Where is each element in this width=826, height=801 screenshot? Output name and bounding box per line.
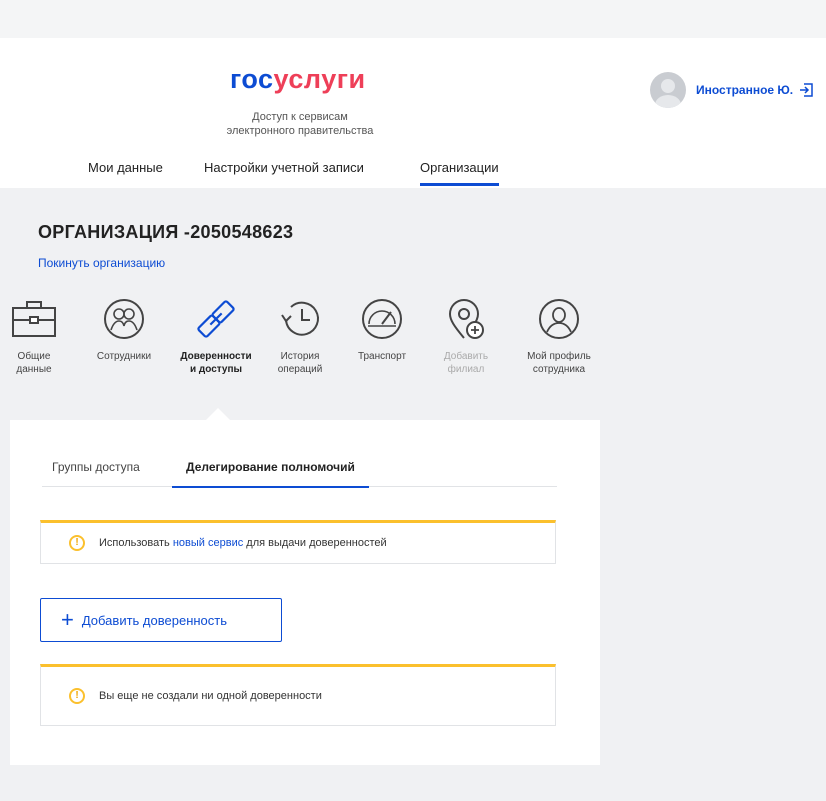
logo-part-uslugi: услуги — [273, 64, 366, 94]
content-area: ОРГАНИЗАЦИЯ -2050548623 Покинуть организ… — [0, 188, 826, 801]
logout-icon[interactable] — [799, 83, 813, 97]
new-service-notice: ! Использовать новый сервис для выдачи д… — [40, 520, 556, 564]
notice-suffix: для выдачи доверенностей — [243, 537, 387, 549]
proxies-panel: Группы доступа Делегирование полномочий … — [10, 420, 600, 765]
new-service-link[interactable]: новый сервис — [173, 537, 243, 549]
gosuslugi-logo[interactable]: госуслуги — [230, 64, 366, 95]
plus-icon: + — [61, 607, 74, 632]
tile-label-line1: Общие — [17, 351, 51, 362]
tile-transport[interactable]: Транспорт — [352, 298, 412, 363]
tile-label-line1: Доверенности — [180, 351, 252, 362]
tile-label-line1: Мой профиль — [527, 351, 591, 362]
tab-delegation[interactable]: Делегирование полномочий — [172, 460, 369, 488]
tagline: Доступ к сервисам электронного правитель… — [200, 110, 400, 138]
empty-state-notice: ! Вы еще не создали ни одной доверенност… — [40, 664, 556, 726]
notice-text: Использовать новый сервис для выдачи дов… — [99, 537, 387, 549]
tile-operations-history[interactable]: История операций — [270, 298, 330, 376]
tile-label-line2: и доступы — [189, 364, 243, 375]
user-name[interactable]: Иностранное Ю. — [696, 83, 793, 97]
empty-state-text: Вы еще не создали ни одной доверенности — [99, 690, 322, 702]
tile-label-line2: филиал — [447, 364, 485, 375]
top-strip — [0, 0, 826, 38]
tile-label-line2: операций — [277, 364, 323, 375]
tile-label-line1: Сотрудники — [96, 351, 152, 362]
tagline-line2: электронного правительства — [226, 125, 374, 137]
warning-icon: ! — [69, 535, 85, 551]
page-title: ОРГАНИЗАЦИЯ -2050548623 — [38, 222, 294, 242]
leave-organization-link[interactable]: Покинуть организацию — [38, 256, 165, 270]
tile-label-line1: Добавить — [443, 351, 489, 362]
subtabs: Группы доступа Делегирование полномочий — [42, 448, 557, 488]
tagline-line1: Доступ к сервисам — [252, 111, 348, 123]
avatar[interactable] — [650, 72, 686, 108]
briefcase-icon — [12, 301, 56, 337]
main-nav: Мои данные Настройки учетной записи Орга… — [0, 160, 826, 188]
tile-my-employee-profile[interactable]: Мой профиль сотрудника — [514, 298, 604, 376]
add-proxy-button[interactable]: + Добавить доверенность — [40, 598, 282, 642]
speedometer-icon — [362, 299, 402, 339]
add-proxy-label: Добавить доверенность — [81, 612, 228, 628]
nav-organizations[interactable]: Организации — [420, 160, 499, 186]
notice-prefix: Использовать — [99, 537, 173, 549]
tile-label-line2: сотрудника — [532, 364, 586, 375]
link-icon — [197, 300, 235, 338]
header: госуслуги Доступ к сервисам электронного… — [0, 38, 826, 188]
logo-part-gos: гос — [230, 64, 274, 94]
panel-pointer — [206, 408, 230, 420]
user-menu[interactable]: Иностранное Ю. — [650, 72, 813, 108]
tile-label-line1: Транспорт — [357, 351, 407, 362]
nav-my-data[interactable]: Мои данные — [88, 160, 163, 183]
tile-label-line1: История — [280, 351, 320, 362]
tile-general-data[interactable]: Общие данные — [6, 298, 62, 376]
tile-label-line2: данные — [16, 364, 52, 375]
add-location-icon — [448, 299, 484, 339]
employees-icon — [104, 299, 144, 339]
history-icon — [281, 301, 319, 336]
warning-icon: ! — [69, 688, 85, 704]
tile-proxies-and-access[interactable]: Доверенности и доступы — [170, 298, 262, 376]
nav-account-settings[interactable]: Настройки учетной записи — [204, 160, 364, 183]
tile-employees[interactable]: Сотрудники — [86, 298, 162, 363]
tab-access-groups[interactable]: Группы доступа — [52, 460, 140, 486]
tile-add-branch[interactable]: Добавить филиал — [436, 298, 496, 376]
profile-icon — [539, 299, 579, 339]
